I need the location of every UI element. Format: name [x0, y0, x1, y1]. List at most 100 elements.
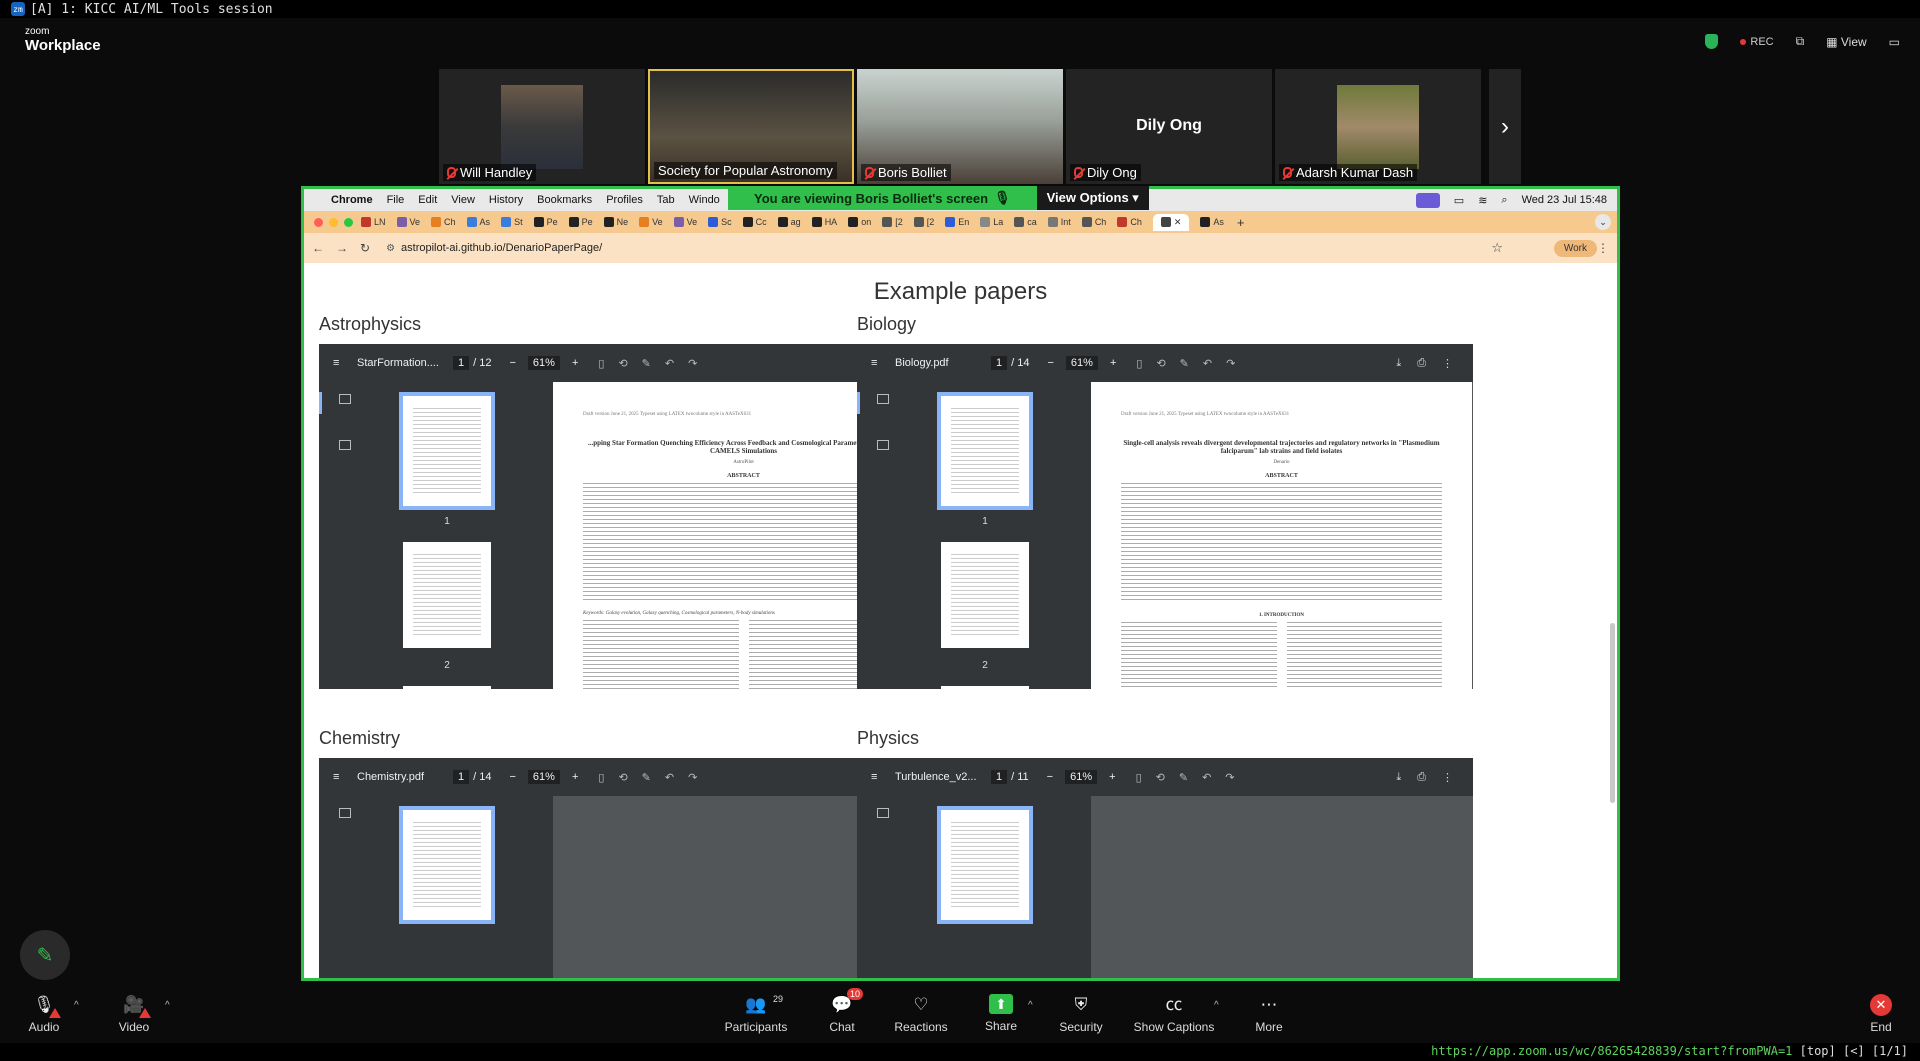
menu-window[interactable]: Windo: [689, 194, 720, 206]
menu-icon[interactable]: ≡: [871, 771, 883, 783]
reactions-button[interactable]: ♡ Reactions: [892, 994, 950, 1034]
thumbnails-icon[interactable]: [339, 808, 351, 818]
tab[interactable]: Ch: [431, 217, 456, 227]
fit-page-icon[interactable]: ▯: [598, 771, 604, 784]
participant-tile[interactable]: Boris Bolliet: [857, 69, 1063, 184]
security-button[interactable]: ⛨ Security: [1056, 994, 1106, 1034]
tab[interactable]: on: [848, 217, 871, 227]
annotate-icon[interactable]: ✎: [642, 357, 651, 370]
security-shield-icon[interactable]: [1705, 34, 1719, 49]
page-thumbnail[interactable]: [399, 806, 495, 924]
page-thumbnail[interactable]: [941, 686, 1029, 689]
page-thumbnail[interactable]: [941, 542, 1029, 648]
outline-icon[interactable]: [877, 440, 889, 450]
more-options-icon[interactable]: ⋮: [1442, 771, 1453, 784]
minimize-window-icon[interactable]: [329, 217, 338, 227]
zoom-level[interactable]: 61%: [1065, 770, 1098, 784]
tab[interactable]: [2: [882, 217, 903, 227]
share-options-caret-icon[interactable]: ^: [1028, 1000, 1033, 1011]
outline-icon[interactable]: [339, 440, 351, 450]
zoom-in-icon[interactable]: +: [572, 771, 578, 783]
app-status-icon[interactable]: [1415, 192, 1440, 208]
tab[interactable]: As: [466, 217, 490, 227]
maximize-window-icon[interactable]: [344, 217, 353, 227]
page-scrollbar[interactable]: [1610, 623, 1615, 803]
tab[interactable]: LN: [361, 217, 386, 227]
undo-icon[interactable]: ↶: [665, 357, 674, 370]
redo-icon[interactable]: ↷: [688, 357, 697, 370]
zoom-level[interactable]: 61%: [1065, 356, 1098, 370]
participant-tile[interactable]: Will Handley: [439, 69, 645, 184]
fit-page-icon[interactable]: ▯: [1136, 357, 1142, 370]
participant-tile-active[interactable]: Society for Popular Astronomy: [648, 69, 854, 184]
wifi-icon[interactable]: ≋: [1478, 194, 1487, 207]
rotate-icon[interactable]: ⟲: [1156, 771, 1165, 784]
page-number-input[interactable]: 1: [453, 770, 470, 784]
battery-icon[interactable]: ▭: [1454, 194, 1464, 207]
participant-tile[interactable]: Dily Ong Dily Ong: [1066, 69, 1272, 184]
new-tab-button[interactable]: +: [1237, 215, 1245, 230]
pdf-viewer-physics[interactable]: ≡ Turbulence_v2... 1/ 11 −61% + ▯ ⟲ ✎ ↶ ↷ ⤓ ⎙ ⋮: [857, 758, 1473, 978]
more-button[interactable]: ⋯ More: [1249, 994, 1289, 1034]
annotate-pen-button[interactable]: ✎: [20, 930, 70, 980]
page-number-input[interactable]: 1: [453, 356, 470, 370]
menu-bookmarks[interactable]: Bookmarks: [537, 194, 592, 206]
tab[interactable]: Sc: [708, 217, 732, 227]
menu-edit[interactable]: Edit: [418, 194, 437, 206]
zoom-out-icon[interactable]: −: [1047, 357, 1053, 369]
zoom-out-icon[interactable]: −: [1047, 771, 1053, 783]
zoom-out-icon[interactable]: −: [509, 771, 515, 783]
zoom-level[interactable]: 61%: [527, 356, 560, 370]
back-icon[interactable]: ←: [312, 241, 324, 255]
rotate-icon[interactable]: ⟲: [618, 357, 627, 370]
page-thumbnail[interactable]: [403, 686, 491, 689]
menu-icon[interactable]: ≡: [333, 771, 345, 783]
menu-app[interactable]: Chrome: [331, 194, 373, 206]
thumbnails-icon[interactable]: [877, 394, 889, 404]
show-captions-button[interactable]: ㏄ Show Captions: [1132, 994, 1216, 1034]
zoom-in-icon[interactable]: +: [1110, 357, 1116, 369]
video-options-caret-icon[interactable]: ^: [165, 1000, 170, 1011]
thumbnails-icon[interactable]: [877, 808, 889, 818]
url-field[interactable]: astropilot-ai.github.io/DenarioPaperPage…: [386, 242, 602, 254]
page-number-input[interactable]: 1: [991, 770, 1008, 784]
redo-icon[interactable]: ↷: [1226, 357, 1235, 370]
chevron-right-icon[interactable]: ›: [1489, 69, 1521, 184]
pdf-viewer-chemistry[interactable]: ≡ Chemistry.pdf 1/ 14 −61%+ ▯⟲✎↶↷ ⤓⎙⋮: [319, 758, 935, 978]
close-window-icon[interactable]: [314, 217, 323, 227]
undo-icon[interactable]: ↶: [1202, 771, 1211, 784]
redo-icon[interactable]: ↷: [1225, 771, 1234, 784]
tab[interactable]: Ve: [673, 217, 697, 227]
tab[interactable]: St: [501, 217, 523, 227]
zoom-in-icon[interactable]: +: [572, 357, 578, 369]
page-number-input[interactable]: 1: [991, 356, 1008, 370]
rotate-icon[interactable]: ⟲: [618, 771, 627, 784]
captions-options-caret-icon[interactable]: ^: [1214, 1000, 1219, 1011]
menu-icon[interactable]: ≡: [333, 357, 345, 369]
tab[interactable]: ag: [777, 217, 801, 227]
apps-icon[interactable]: ⧉: [1796, 34, 1805, 49]
annotate-icon[interactable]: ✎: [642, 771, 651, 784]
view-button[interactable]: ▦ View: [1826, 35, 1866, 49]
download-icon[interactable]: ⤓: [1396, 357, 1401, 370]
tab[interactable]: Cc: [742, 217, 767, 227]
page-thumbnail[interactable]: [937, 392, 1033, 510]
zoom-in-icon[interactable]: +: [1109, 771, 1115, 783]
page-thumbnail[interactable]: [403, 542, 491, 648]
pdf-document-area[interactable]: Draft version June 21, 2025 Typeset usin…: [1091, 382, 1473, 689]
menu-icon[interactable]: ≡: [871, 357, 883, 369]
tab[interactable]: [2: [913, 217, 934, 227]
tab[interactable]: HA: [811, 217, 837, 227]
tab[interactable]: Ch: [1081, 217, 1106, 227]
tab-active[interactable]: ✕: [1152, 213, 1190, 231]
annotate-icon[interactable]: ✎: [1180, 357, 1189, 370]
audio-button[interactable]: 🎙 Audio: [24, 994, 64, 1034]
fit-page-icon[interactable]: ▯: [1136, 771, 1142, 784]
participants-button[interactable]: 👥 29 Participants: [722, 994, 790, 1034]
chat-button[interactable]: 💬 10 Chat: [822, 988, 863, 1034]
participant-tile[interactable]: Adarsh Kumar Dash: [1275, 69, 1481, 184]
annotate-icon[interactable]: ✎: [1179, 771, 1188, 784]
fullscreen-icon[interactable]: ▭: [1889, 35, 1900, 49]
print-icon[interactable]: ⎙: [1417, 357, 1426, 370]
download-icon[interactable]: ⤓: [1396, 771, 1401, 784]
